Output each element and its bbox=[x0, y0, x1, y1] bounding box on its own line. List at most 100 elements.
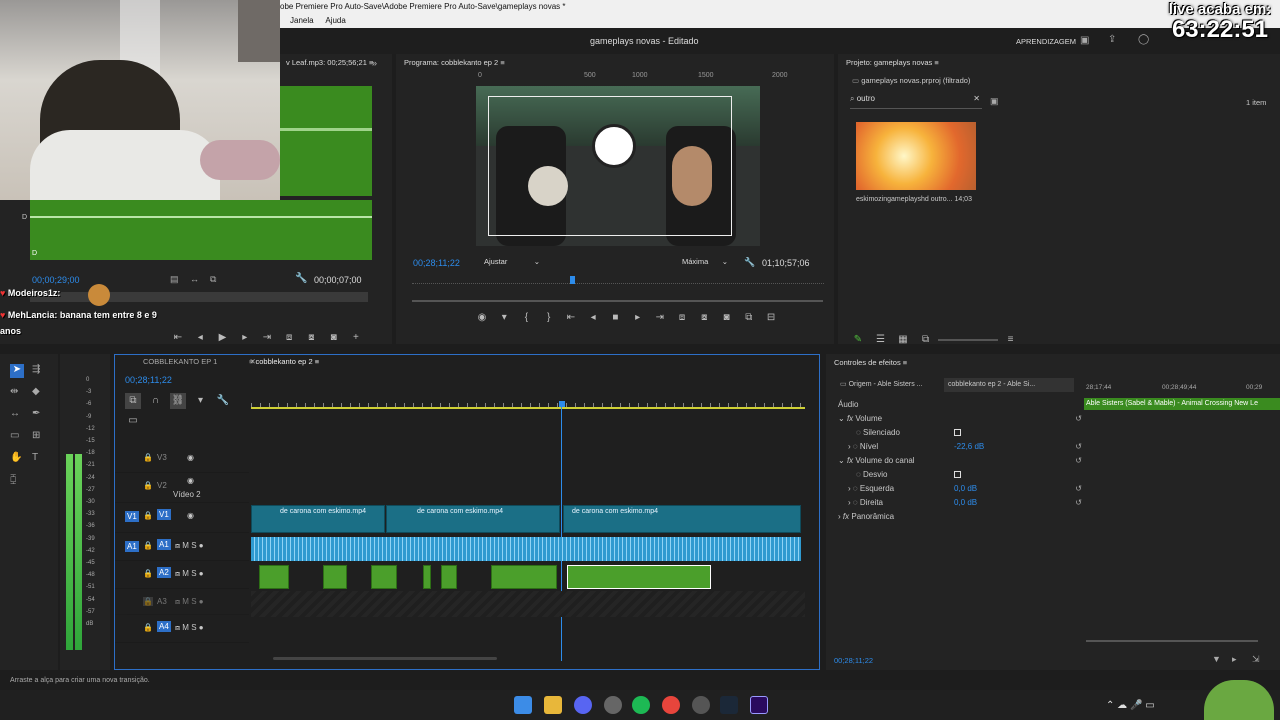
vr-icon[interactable]: ⊟ bbox=[763, 310, 779, 326]
source-timecode[interactable]: 00;00;29;00 bbox=[32, 275, 80, 285]
bypass-checkbox[interactable] bbox=[954, 471, 961, 478]
type-tool-icon[interactable]: T bbox=[32, 452, 38, 463]
learning-workspace-tab[interactable]: APRENDIZAGEM bbox=[1016, 37, 1076, 46]
discord-icon[interactable] bbox=[574, 696, 592, 714]
panel-expand-icon[interactable]: » bbox=[372, 58, 377, 68]
slip-tool-icon[interactable]: ↔ bbox=[10, 408, 20, 419]
tray-chevron-icon[interactable]: ⌃ bbox=[1106, 700, 1114, 711]
track-header-a4[interactable]: 🔒 A4 ⧈ M S ● bbox=[115, 615, 249, 643]
cloud-icon[interactable]: ☁ bbox=[1117, 700, 1127, 711]
track-header-v2[interactable]: 🔒 V2 Vídeo 2 ◉ bbox=[115, 473, 249, 503]
freeform-view-icon[interactable]: ⧉ bbox=[918, 332, 934, 348]
effect-controls-title[interactable]: Controles de efeitos ≡ bbox=[828, 356, 907, 370]
effect-zoom-bar[interactable] bbox=[1086, 640, 1258, 642]
source-clip-tab[interactable]: ▭ Origem - Able Sisters ... bbox=[840, 380, 923, 388]
audio-clip[interactable] bbox=[259, 565, 289, 589]
list-view-icon[interactable]: ☰ bbox=[873, 332, 889, 348]
steam-icon[interactable] bbox=[720, 696, 738, 714]
audio-clip[interactable] bbox=[371, 565, 397, 589]
razor-tool-icon[interactable]: ◆ bbox=[32, 386, 40, 397]
export-icon[interactable]: ⇲ bbox=[1252, 654, 1260, 665]
audio-clip[interactable] bbox=[423, 565, 431, 589]
go-to-in-icon[interactable]: ⇤ bbox=[563, 310, 579, 326]
file-explorer-icon[interactable] bbox=[544, 696, 562, 714]
level-value[interactable]: -22,6 dB bbox=[954, 440, 984, 454]
right-channel-value[interactable]: 0,0 dB bbox=[954, 496, 977, 510]
zoom-slider[interactable] bbox=[938, 338, 999, 341]
project-panel-title[interactable]: Projeto: gameplays novas ≡ bbox=[840, 56, 939, 70]
video-clip[interactable]: de carona com eskimo.mp4 bbox=[563, 505, 801, 533]
overwrite-button-icon[interactable]: ⧇ bbox=[303, 330, 319, 346]
mark-out-icon[interactable]: } bbox=[541, 310, 557, 326]
captions-icon[interactable]: ▭ bbox=[125, 413, 141, 429]
ripple-tool-icon[interactable]: ⇹ bbox=[10, 386, 18, 397]
zoom-tool-icon[interactable]: ⊞ bbox=[32, 430, 40, 441]
lift-icon[interactable]: ⧈ bbox=[674, 310, 690, 326]
video-clip[interactable]: de carona com eskimo.mp4 bbox=[251, 505, 385, 533]
step-forward-icon[interactable]: ▸ bbox=[630, 310, 646, 326]
menu-item-janela[interactable]: Janela bbox=[290, 16, 314, 25]
left-channel-value[interactable]: 0,0 dB bbox=[954, 482, 977, 496]
sort-icon[interactable]: ≡ bbox=[1003, 332, 1019, 348]
compare-icon[interactable]: ⧉ bbox=[741, 310, 757, 326]
new-bin-icon[interactable]: ▣ bbox=[990, 96, 999, 107]
insert-icon[interactable]: ▤ bbox=[170, 274, 179, 285]
menu-item-ajuda[interactable]: Ajuda bbox=[325, 16, 345, 25]
marker-icon[interactable]: ◉ bbox=[474, 310, 490, 326]
audio-clip-selected[interactable] bbox=[567, 565, 711, 589]
clear-search-icon[interactable]: ✕ bbox=[973, 94, 980, 103]
icon-view-icon[interactable]: ▦ bbox=[895, 332, 911, 348]
track-header-v3[interactable]: 🔒 V3 ◉ bbox=[115, 445, 249, 473]
audio-clip[interactable] bbox=[441, 565, 457, 589]
rectangle-tool-icon[interactable]: ▭ bbox=[10, 430, 19, 441]
audio-clip[interactable] bbox=[491, 565, 557, 589]
microphone-icon[interactable]: 🎤 bbox=[1130, 700, 1142, 711]
wrench-icon[interactable]: 🔧 bbox=[744, 257, 755, 268]
premiere-pro-icon[interactable] bbox=[750, 696, 768, 714]
linked-selection-icon[interactable]: ⛓ bbox=[170, 393, 187, 409]
timeline-horizontal-scrollbar[interactable] bbox=[273, 657, 497, 660]
stop-icon[interactable]: ■ bbox=[607, 310, 623, 326]
export-frame-icon[interactable]: ◙ bbox=[326, 330, 342, 346]
go-to-out-icon[interactable]: ⇥ bbox=[652, 310, 668, 326]
add-button-icon[interactable]: + bbox=[348, 330, 364, 346]
hand-tool-icon[interactable]: ✋ bbox=[10, 452, 22, 463]
wrench-icon[interactable]: 🔧 bbox=[215, 393, 231, 409]
track-header-v1[interactable]: V1 🔒 V1 ◉ bbox=[115, 503, 249, 533]
mute-checkbox[interactable] bbox=[954, 429, 961, 436]
add-marker-icon[interactable]: ▾ bbox=[496, 310, 512, 326]
program-monitor-title[interactable]: Programa: cobblekanto ep 2 ≡ bbox=[398, 56, 505, 70]
workspaces-icon[interactable]: ▣ bbox=[1080, 35, 1089, 46]
effect-timecode[interactable]: 00;28;11;22 bbox=[834, 656, 873, 665]
track-header-a1[interactable]: A1 🔒 A1 ⧈ M S ● bbox=[115, 533, 249, 561]
drag-icon[interactable]: ↔ bbox=[190, 274, 199, 284]
filter-icon[interactable]: ▼ bbox=[1212, 654, 1221, 664]
insert-button-icon[interactable]: ⧈ bbox=[281, 330, 297, 346]
app-icon[interactable] bbox=[692, 696, 710, 714]
project-item-thumbnail[interactable] bbox=[856, 122, 976, 190]
caption-tool-icon[interactable]: ⧮ bbox=[10, 474, 16, 485]
timeline-tab-ep1[interactable]: COBBLEKANTO EP 1 ✕ bbox=[119, 357, 256, 366]
track-header-a3[interactable]: 🔒 A3 ⧈ M S ● bbox=[115, 589, 249, 615]
network-icon[interactable]: ▭ bbox=[1145, 700, 1154, 711]
program-playhead[interactable] bbox=[570, 276, 575, 284]
timeline-tab-ep2[interactable]: ≡ cobblekanto ep 2 ≡ bbox=[249, 357, 319, 366]
fit-dropdown[interactable]: Ajustar ⌄ bbox=[484, 257, 540, 270]
mark-in-icon[interactable]: { bbox=[518, 310, 534, 326]
export-frame-icon[interactable]: ◙ bbox=[719, 310, 735, 326]
pen-icon[interactable]: ✎ bbox=[850, 332, 866, 348]
overlay-icon[interactable]: ⧉ bbox=[210, 274, 216, 285]
timeline-playhead-handle[interactable] bbox=[559, 401, 565, 407]
panner-effect[interactable]: › fx Panorâmica bbox=[838, 510, 1082, 524]
program-timecode[interactable]: 00;28;11;22 bbox=[413, 258, 460, 268]
play-only-audio-icon[interactable]: ▸ bbox=[1232, 654, 1237, 665]
volume-effect[interactable]: ⌄ fx Volume ↺ bbox=[838, 412, 1082, 426]
work-area-bar[interactable] bbox=[251, 407, 805, 409]
windows-start-icon[interactable] bbox=[514, 696, 532, 714]
project-item-label[interactable]: eskimozingameplayshd outro... 14;03 bbox=[856, 196, 972, 203]
timeline-timecode[interactable]: 00;28;11;22 bbox=[125, 375, 172, 385]
sequence-clip-tab[interactable]: cobblekanto ep 2 - Able Si... bbox=[944, 378, 1074, 392]
project-search-input[interactable]: ⌕ outro ✕ bbox=[850, 94, 982, 109]
app-icon[interactable] bbox=[604, 696, 622, 714]
spotify-icon[interactable] bbox=[632, 696, 650, 714]
